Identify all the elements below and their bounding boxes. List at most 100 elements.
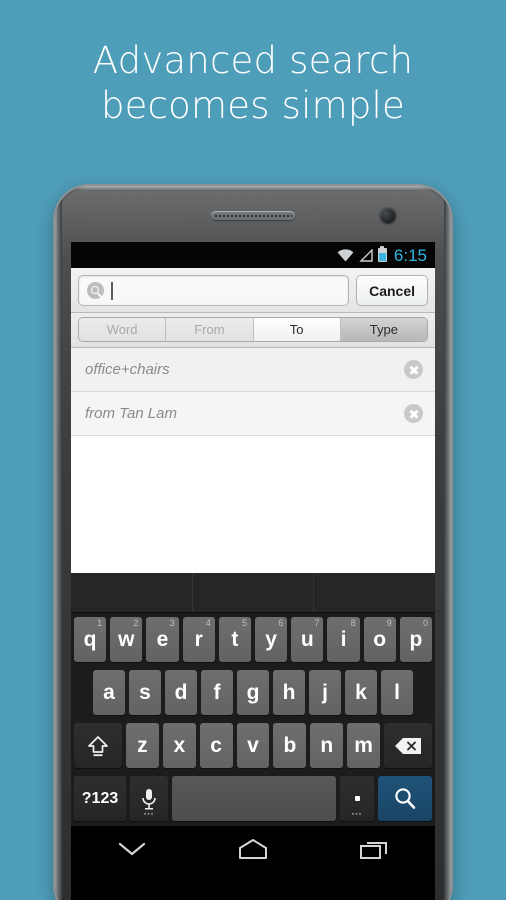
period-key[interactable]: ▪▪▪ <box>340 776 374 821</box>
microphone-icon <box>139 787 159 811</box>
key-a[interactable]: a <box>93 670 125 715</box>
status-bar: 6:15 <box>71 242 435 268</box>
signal-icon <box>359 247 373 262</box>
key-u[interactable]: 7u <box>291 617 324 662</box>
key-label: y <box>265 627 277 651</box>
bezel-highlight <box>55 186 451 190</box>
key-i[interactable]: 8i <box>327 617 360 662</box>
key-k[interactable]: k <box>345 670 377 715</box>
period-key-label <box>354 796 360 801</box>
bezel-right <box>444 186 451 900</box>
key-alt-label: 2 <box>133 618 139 628</box>
voice-input-key[interactable]: ▪▪▪ <box>130 776 168 821</box>
earpiece-grille-icon <box>211 211 295 220</box>
promo-headline: Advanced search becomes simple <box>0 38 506 128</box>
bezel-left <box>55 186 62 900</box>
backspace-key[interactable] <box>384 723 433 768</box>
keyboard-row-1: 1q 2w 3e 4r 5t 6y 7u 8i 9o 0p <box>71 613 435 666</box>
suggestion-slot[interactable] <box>314 573 435 612</box>
shift-key[interactable] <box>74 723 122 768</box>
text-caret <box>111 281 113 300</box>
key-alt-label: 8 <box>350 618 356 628</box>
cancel-button[interactable]: Cancel <box>356 275 428 306</box>
key-p[interactable]: 0p <box>399 617 433 662</box>
empty-results-area <box>71 436 435 573</box>
key-w[interactable]: 2w <box>110 617 143 662</box>
list-item[interactable]: office+chairs <box>71 348 435 392</box>
key-q[interactable]: 1q <box>73 617 107 662</box>
clear-icon[interactable] <box>404 404 423 423</box>
suggestion-strip <box>71 573 435 613</box>
key-t[interactable]: 5t <box>218 617 251 662</box>
filter-tabs: Word From To Type <box>71 313 435 348</box>
home-button[interactable] <box>225 829 281 869</box>
key-alt-label: 3 <box>169 618 175 628</box>
key-j[interactable]: j <box>309 670 341 715</box>
key-label: r <box>194 627 203 651</box>
key-label: i <box>340 627 347 651</box>
space-key[interactable] <box>172 776 336 821</box>
key-z[interactable]: z <box>126 723 159 768</box>
key-alt-label: 4 <box>205 618 211 628</box>
search-icon <box>392 786 418 812</box>
key-label: u <box>300 627 314 651</box>
list-item-label: from Tan Lam <box>85 405 177 422</box>
list-item-label: office+chairs <box>85 361 170 378</box>
key-alt-label: 5 <box>241 618 247 628</box>
segmented-control: Word From To Type <box>78 317 428 342</box>
tab-word[interactable]: Word <box>79 318 167 341</box>
tab-type[interactable]: Type <box>340 318 427 341</box>
backspace-icon <box>394 737 422 755</box>
keyboard-row-4: ?123 ▪▪▪ ▪▪▪ <box>71 772 435 825</box>
key-g[interactable]: g <box>237 670 269 715</box>
keyboard-row-3: z x c v b n m <box>71 719 435 772</box>
hide-keyboard-button[interactable] <box>104 829 160 869</box>
search-input[interactable] <box>78 275 350 306</box>
front-camera-icon <box>380 208 396 224</box>
key-s[interactable]: s <box>129 670 161 715</box>
search-icon <box>87 282 104 299</box>
symbols-key[interactable]: ?123 <box>74 776 126 821</box>
key-v[interactable]: v <box>236 723 270 768</box>
key-label: w <box>118 627 135 651</box>
tab-from[interactable]: From <box>166 318 254 341</box>
phone-screen: 6:15 Cancel Word From To Type office+cha… <box>71 242 435 900</box>
key-r[interactable]: 4r <box>182 617 215 662</box>
key-c[interactable]: c <box>199 723 233 768</box>
key-b[interactable]: b <box>273 723 307 768</box>
clear-icon[interactable] <box>404 360 423 379</box>
recent-apps-button[interactable] <box>346 829 402 869</box>
key-o[interactable]: 9o <box>363 617 396 662</box>
key-m[interactable]: m <box>347 723 381 768</box>
key-n[interactable]: n <box>310 723 344 768</box>
key-h[interactable]: h <box>273 670 305 715</box>
shift-icon <box>86 734 110 758</box>
key-label: e <box>156 627 169 651</box>
search-submit-key[interactable] <box>378 776 432 821</box>
list-item[interactable]: from Tan Lam <box>71 392 435 436</box>
key-label: t <box>231 627 239 651</box>
onscreen-keyboard: 1q 2w 3e 4r 5t 6y 7u 8i 9o 0p a s d f g … <box>71 573 435 826</box>
tab-to[interactable]: To <box>253 318 341 341</box>
key-y[interactable]: 6y <box>255 617 288 662</box>
keyboard-row-2: a s d f g h j k l <box>71 666 435 719</box>
hide-keyboard-chevron-icon <box>116 840 148 858</box>
headline-line-2: becomes simple <box>100 84 405 127</box>
key-label: p <box>409 627 423 651</box>
search-bar: Cancel <box>71 268 435 313</box>
phone-device: 6:15 Cancel Word From To Type office+cha… <box>55 186 451 900</box>
headline-line-1: Advanced search <box>92 39 414 82</box>
home-icon <box>236 837 270 861</box>
key-label: o <box>373 627 387 651</box>
key-alt-label: 7 <box>314 618 320 628</box>
suggestion-slot[interactable] <box>193 573 315 612</box>
key-x[interactable]: x <box>162 723 196 768</box>
key-l[interactable]: l <box>381 670 413 715</box>
key-f[interactable]: f <box>201 670 233 715</box>
key-hint-dots: ▪▪▪ <box>143 811 155 818</box>
key-d[interactable]: d <box>165 670 197 715</box>
key-e[interactable]: 3e <box>146 617 179 662</box>
suggestion-slot[interactable] <box>71 573 193 612</box>
search-suggestion-list: office+chairs from Tan Lam <box>71 348 435 573</box>
key-alt-label: 6 <box>278 618 284 628</box>
